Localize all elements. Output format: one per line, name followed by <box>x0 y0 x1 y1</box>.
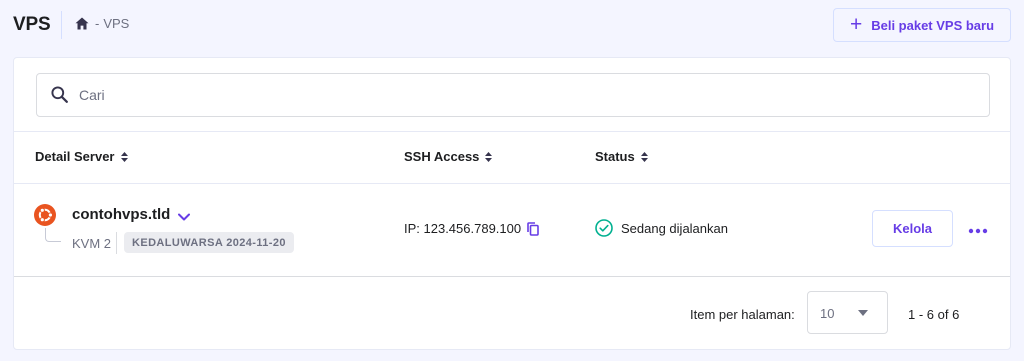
per-page-select[interactable]: 10 <box>807 291 888 334</box>
table-header: Detail Server SSH Access Status <box>14 132 1010 183</box>
more-options-icon[interactable] <box>968 221 988 239</box>
column-header-status[interactable]: Status <box>595 149 648 164</box>
tree-connector <box>45 228 61 242</box>
buy-vps-button-label: Beli paket VPS baru <box>871 17 995 33</box>
status-text: Sedang dijalankan <box>621 220 728 236</box>
table-row: contohvps.tld KVM 2 KEDALUWARSA 2024-11-… <box>14 184 1010 276</box>
sort-icon <box>485 151 493 162</box>
title-divider <box>61 11 62 39</box>
search-icon <box>51 86 68 108</box>
column-header-label: SSH Access <box>404 149 480 164</box>
search-input[interactable] <box>79 74 979 116</box>
pagination: Item per halaman: 10 1 - 6 of 6 <box>14 277 1010 349</box>
divider <box>116 232 117 254</box>
sort-icon <box>120 151 128 162</box>
buy-vps-button[interactable]: + Beli paket VPS baru <box>833 8 1011 42</box>
page-range: 1 - 6 of 6 <box>908 307 960 322</box>
top-bar: VPS - VPS + Beli paket VPS baru <box>0 0 1024 50</box>
search-box[interactable] <box>36 73 990 117</box>
column-header-label: Detail Server <box>35 149 115 164</box>
column-header-label: Status <box>595 149 635 164</box>
ubuntu-icon <box>34 204 56 231</box>
home-icon[interactable] <box>75 17 89 30</box>
breadcrumb-current: VPS <box>103 16 130 31</box>
per-page-value: 10 <box>820 306 835 321</box>
column-header-ssh-access[interactable]: SSH Access <box>404 149 493 164</box>
column-header-detail-server[interactable]: Detail Server <box>35 149 128 164</box>
breadcrumb-separator: - <box>95 16 100 31</box>
page-title: VPS <box>13 14 51 35</box>
breadcrumb: - VPS <box>75 16 129 31</box>
caret-down-icon <box>858 310 868 316</box>
chevron-down-icon[interactable] <box>178 208 190 226</box>
ssh-access-cell: IP: 123.456.789.100 <box>404 221 539 236</box>
per-page-label: Item per halaman: <box>690 307 795 322</box>
check-circle-icon <box>595 219 613 237</box>
plan-name: KVM 2 <box>72 236 112 251</box>
ip-address: IP: 123.456.789.100 <box>404 221 522 236</box>
vps-list-card: Detail Server SSH Access Status contohvp… <box>13 57 1011 350</box>
server-name[interactable]: contohvps.tld <box>72 206 170 223</box>
expiry-badge: KEDALUWARSA 2024-11-20 <box>124 232 294 253</box>
manage-button[interactable]: Kelola <box>872 210 953 247</box>
copy-icon[interactable] <box>527 221 539 236</box>
plus-icon: + <box>849 12 863 36</box>
status-cell: Sedang dijalankan <box>595 219 728 237</box>
sort-icon <box>640 151 648 162</box>
